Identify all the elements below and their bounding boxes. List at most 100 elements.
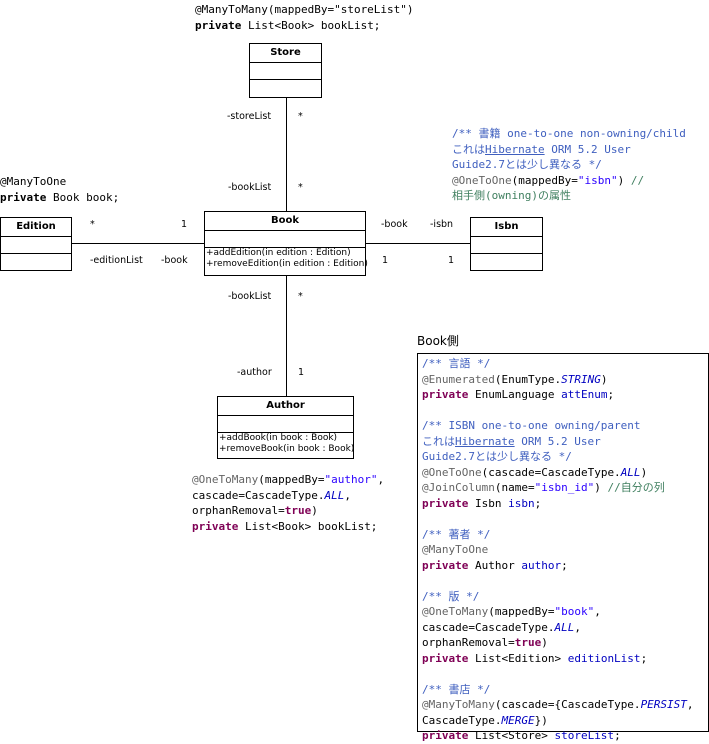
code-line: @ManyToMany(mappedBy="storeList") <box>195 2 414 18</box>
book-side-title: Book側 <box>417 334 459 348</box>
code-token: true <box>284 504 312 518</box>
attributes-compartment <box>218 416 353 433</box>
code-line: @ManyToOne <box>422 542 694 558</box>
code-line: private EnumLanguage attEnum; <box>422 387 694 403</box>
code-token: private <box>422 651 469 665</box>
store-book-association-line <box>286 97 287 211</box>
code-token: (cascade={CascadeType. <box>494 698 641 711</box>
code-token: EnumLanguage <box>468 388 562 401</box>
code-token: @OneToMany <box>192 473 259 486</box>
code-line: @OneToOne(mappedBy="isbn") // <box>452 173 686 189</box>
multiplicity-label: * <box>90 219 95 230</box>
code-token: STRING <box>561 372 601 386</box>
code-line: private List<Edition> editionList; <box>422 651 694 667</box>
code-token: ; <box>640 651 648 665</box>
code-token: // <box>630 173 645 187</box>
code-token: }) <box>534 713 548 727</box>
code-line: @OneToMany(mappedBy="author", <box>192 472 384 488</box>
code-token: (EnumType. <box>494 372 562 386</box>
code-line: @ManyToOne <box>0 174 119 190</box>
class-isbn[interactable]: Isbn <box>470 217 543 271</box>
code-line: private Author author; <box>422 558 694 574</box>
code-line: cascade=CascadeType.ALL, <box>422 620 694 636</box>
operation: +removeBook(in book : Book) <box>219 444 355 454</box>
code-token: ALL <box>324 488 345 502</box>
class-edition[interactable]: Edition <box>0 217 72 271</box>
code-token[interactable]: Hibernate <box>485 143 545 156</box>
code-token: (mappedBy= <box>488 605 555 618</box>
role-label: -author <box>237 367 272 378</box>
code-token: (name= <box>494 481 535 494</box>
role-label: -book <box>381 219 408 230</box>
attributes-compartment <box>250 63 321 80</box>
role-label: -isbn <box>430 219 454 230</box>
class-author[interactable]: Author +addBook(in book : Book) +removeB… <box>217 396 354 459</box>
operations-compartment <box>1 254 71 270</box>
code-token: orphanRemoval= <box>192 504 285 518</box>
code-token: , <box>686 698 694 711</box>
code-token: List<Book> bookList; <box>238 519 378 533</box>
code-token: ; <box>561 558 568 572</box>
code-line: /** ISBN one-to-one owning/parent <box>422 418 694 434</box>
code-token: @OneToOne <box>422 465 482 479</box>
class-book[interactable]: Book +addEdition(in edition : Edition) +… <box>204 211 368 276</box>
multiplicity-label: * <box>298 111 303 122</box>
code-token: ORM 5.2 User <box>544 142 631 156</box>
code-token: private <box>422 729 469 742</box>
code-token: Book book; <box>46 190 120 204</box>
code-token: orphanRemoval= <box>422 636 515 649</box>
edition-book-association-line <box>71 243 204 244</box>
code-line: cascade=CascadeType.ALL, <box>192 488 384 504</box>
code-token: /** 書籍 one-to-one non-owning/child <box>452 127 686 140</box>
code-token: ALL <box>554 620 575 634</box>
multiplicity-label: 1 <box>181 219 188 230</box>
code-token: storeList <box>554 729 615 742</box>
code-token: private <box>422 558 469 572</box>
multiplicity-label: 1 <box>448 255 455 266</box>
code-token[interactable]: Hibernate <box>455 435 515 448</box>
code-token: , <box>344 488 351 502</box>
code-token: cascade=CascadeType. <box>192 488 325 502</box>
code-token: "author" <box>324 473 378 486</box>
code-line: これはHibernate ORM 5.2 User <box>422 434 694 450</box>
code-token: "book" <box>554 605 595 618</box>
code-line: 相手側(owning)の属性 <box>452 188 686 204</box>
operation: +addBook(in book : Book) <box>219 433 338 443</box>
operations-compartment <box>250 80 321 97</box>
class-name: Author <box>218 397 353 416</box>
operation: +removeEdition(in edition : Edition) <box>206 259 368 269</box>
code-token: private <box>0 190 47 204</box>
code-token: (mappedBy= <box>511 173 578 187</box>
code-token: ; <box>614 729 621 742</box>
code-token: (cascade=CascadeType. <box>481 465 621 479</box>
book-isbn-association-line <box>365 243 470 244</box>
class-store[interactable]: Store <box>249 43 322 98</box>
code-token: /** ISBN one-to-one owning/parent <box>422 419 641 432</box>
book-side-code: /** 言語 */@Enumerated(EnumType.STRING) pri… <box>422 356 694 744</box>
class-name: Book <box>205 212 365 231</box>
code-token: , <box>594 605 601 618</box>
code-token: /** 版 */ <box>422 589 480 603</box>
code-token: ) <box>594 481 608 494</box>
author-code-snippet: @OneToMany(mappedBy="author", cascade=Cas… <box>192 472 384 534</box>
code-token: @ManyToOne <box>422 543 489 556</box>
code-token: attEnum <box>561 388 608 401</box>
code-line: /** 言語 */ <box>422 356 694 372</box>
code-token: Guide2.7とは少し異なる */ <box>452 158 602 171</box>
edition-code-snippet: @ManyToOne private Book book; <box>0 174 119 205</box>
role-label: -bookList <box>228 291 272 302</box>
code-token: ; <box>534 496 542 510</box>
code-token: true <box>514 636 542 649</box>
code-token: /** 書店 */ <box>422 682 491 696</box>
code-token: ORM 5.2 User <box>514 434 601 448</box>
code-token: Author <box>468 558 522 572</box>
code-token: ) <box>311 504 318 518</box>
code-token: editionList <box>567 651 641 665</box>
operations-compartment: +addBook(in book : Book) +removeBook(in … <box>218 433 355 455</box>
code-line: @OneToMany(mappedBy="book", <box>422 604 694 620</box>
code-token: ) <box>640 465 648 479</box>
